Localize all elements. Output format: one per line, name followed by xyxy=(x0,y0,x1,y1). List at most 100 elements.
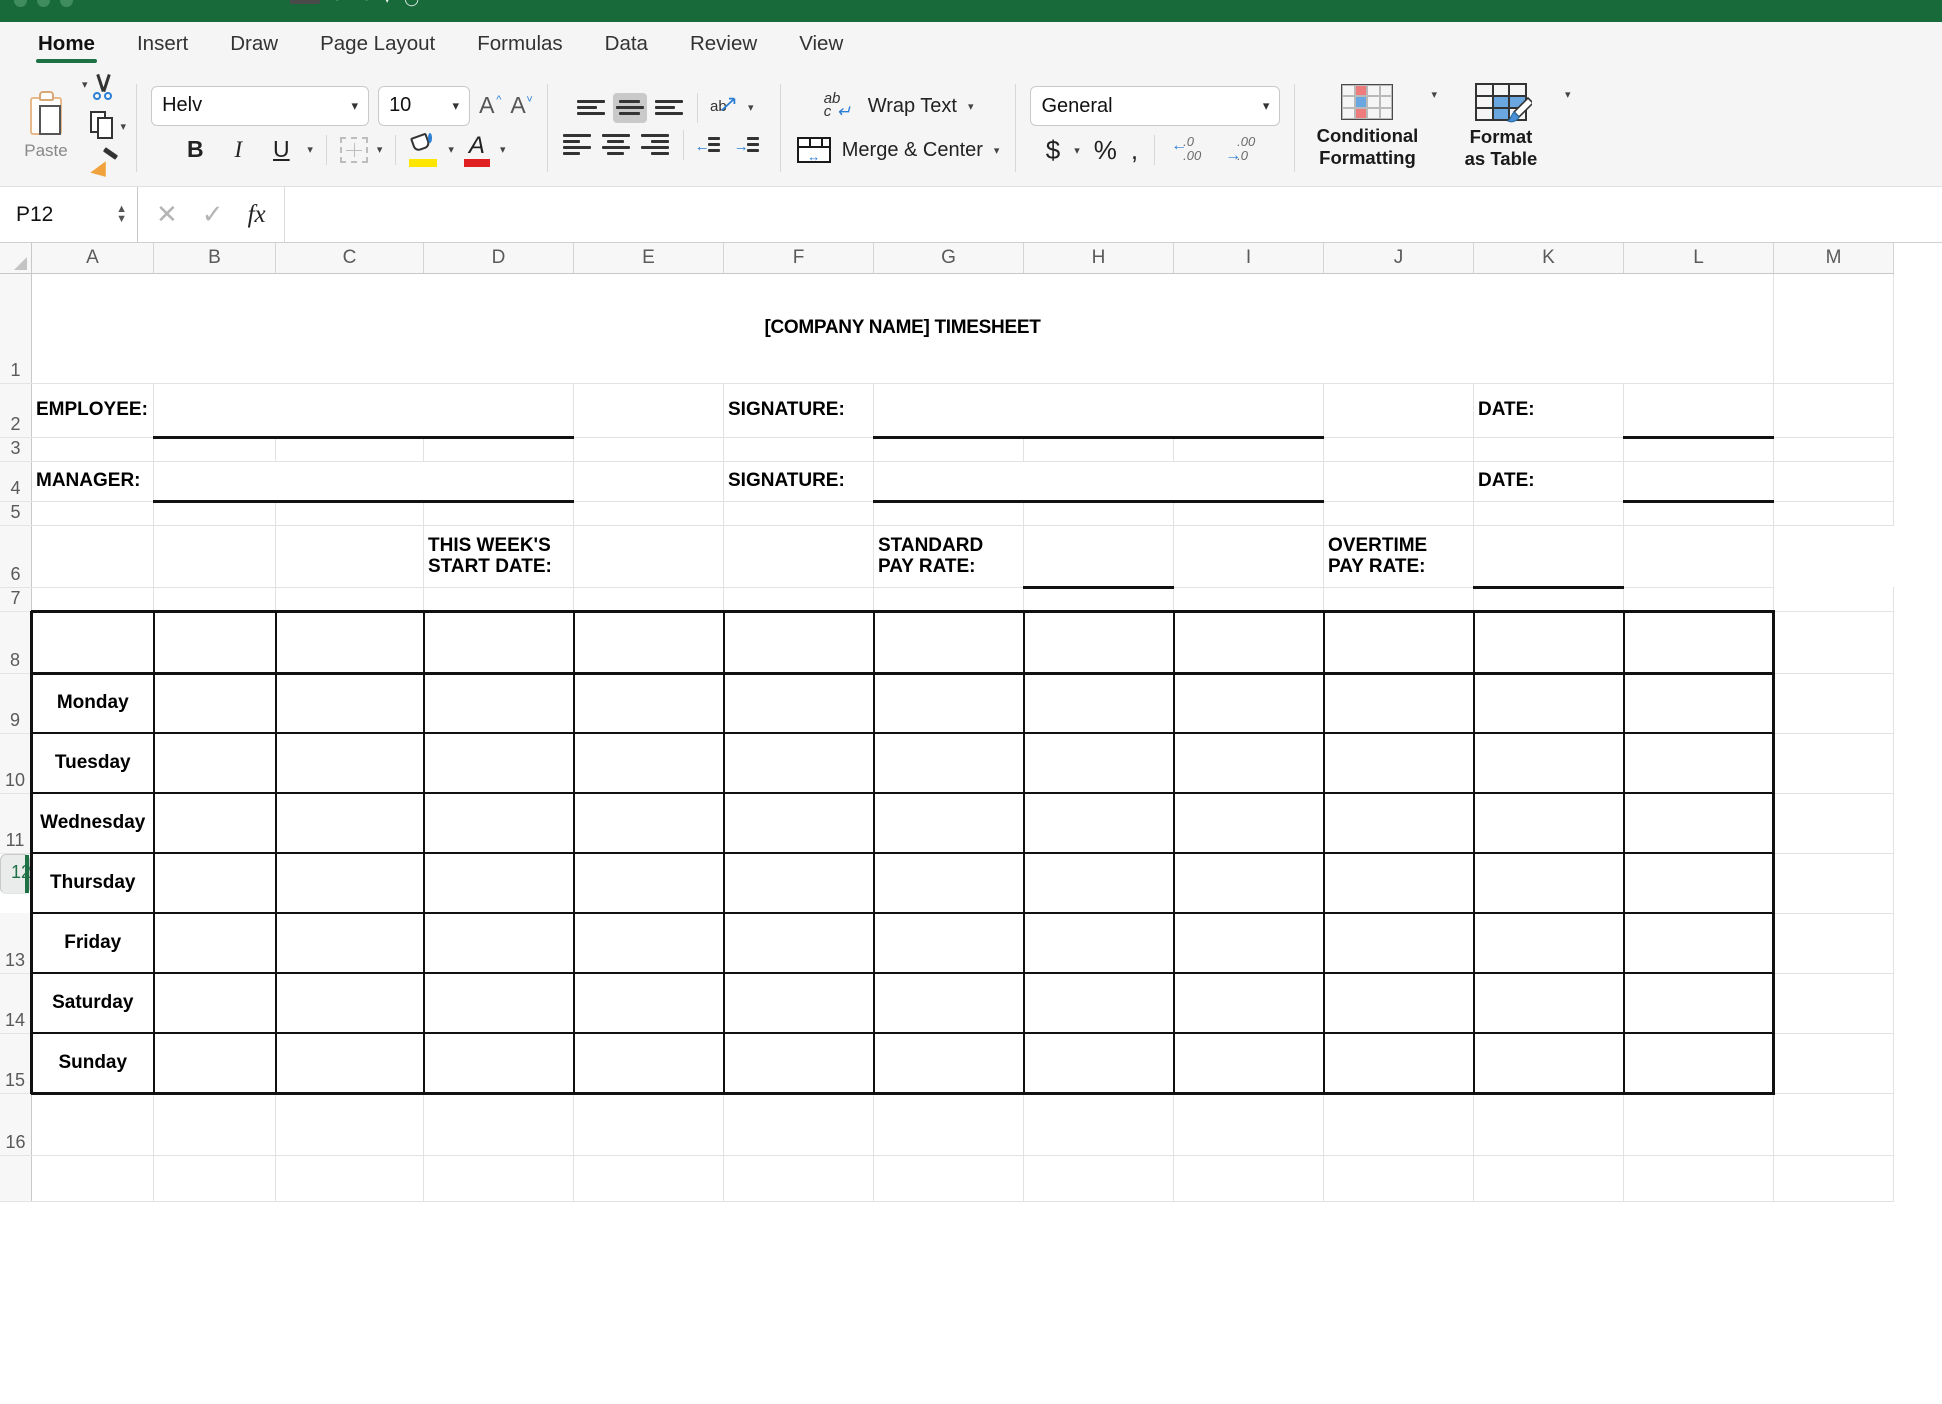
cut-button[interactable] xyxy=(90,71,127,105)
cell-total-hours[interactable] xyxy=(1023,793,1175,854)
row-header-4[interactable]: 4 xyxy=(0,461,32,502)
cell-overtime-hours[interactable] xyxy=(1173,733,1325,794)
cell-j16[interactable] xyxy=(1323,1093,1474,1156)
comma-format-button[interactable]: , xyxy=(1131,137,1138,163)
employee-value[interactable] xyxy=(153,383,574,439)
column-header-d[interactable]: D xyxy=(423,243,574,274)
cell-f6[interactable] xyxy=(723,525,874,588)
cell-k16[interactable] xyxy=(1473,1093,1624,1156)
bold-button[interactable]: B xyxy=(178,134,212,166)
decrease-indent-button[interactable]: ← xyxy=(695,132,729,158)
timesheet-title[interactable]: [COMPANY NAME] TIMESHEET xyxy=(31,273,1774,384)
cell-vacation-hours[interactable] xyxy=(1623,673,1775,734)
row-header-14[interactable]: 14 xyxy=(0,973,32,1034)
cell-k7[interactable] xyxy=(1473,587,1624,612)
conditional-formatting-chevron-icon[interactable]: ▾ xyxy=(1431,88,1437,101)
cell-time-out-2[interactable] xyxy=(873,793,1025,854)
wrap-text-button[interactable]: ab c ↵ Wrap Text ▾ xyxy=(823,89,974,123)
cell-time-in-2[interactable] xyxy=(723,913,875,974)
cell-i6[interactable] xyxy=(1173,525,1324,588)
day-label-tuesday[interactable]: Tuesday xyxy=(30,733,155,794)
cell-f16[interactable] xyxy=(723,1093,874,1156)
cell-sick-hours[interactable] xyxy=(1323,673,1475,734)
cell-d16[interactable] xyxy=(423,1093,574,1156)
font-size-select[interactable]: 10 ▾ xyxy=(378,85,471,126)
cell-m11[interactable] xyxy=(1773,793,1894,854)
row-header-7[interactable]: 7 xyxy=(0,587,32,612)
cell-d3[interactable] xyxy=(423,437,574,462)
cell-time-in-2[interactable] xyxy=(723,733,875,794)
cell-f17[interactable] xyxy=(723,1155,874,1202)
signature-label-2[interactable]: SIGNATURE: xyxy=(723,461,874,502)
cell-holiday-hours[interactable] xyxy=(1473,973,1625,1034)
table-header-vacation-hours[interactable]: VACATION (HOURS) xyxy=(1623,609,1775,675)
cell-time-out-1[interactable] xyxy=(573,1033,725,1095)
date-label-2[interactable]: DATE: xyxy=(1473,461,1624,502)
cell-job-shift[interactable] xyxy=(275,973,425,1034)
row-header-16[interactable]: 16 xyxy=(0,1093,32,1156)
percent-format-button[interactable]: % xyxy=(1094,137,1117,163)
cell-f7[interactable] xyxy=(723,587,874,612)
cell-total-hours[interactable] xyxy=(1023,973,1175,1034)
day-label-saturday[interactable]: Saturday xyxy=(30,973,155,1034)
cell-m8[interactable] xyxy=(1773,611,1894,674)
cell-time-in-2[interactable] xyxy=(723,1033,875,1095)
cell-j2[interactable] xyxy=(1323,383,1474,438)
cell-sick-hours[interactable] xyxy=(1323,733,1475,794)
tab-draw[interactable]: Draw xyxy=(214,28,294,66)
cell-j3[interactable] xyxy=(1323,437,1474,462)
cell-time-out-1[interactable] xyxy=(573,973,725,1034)
cell-overtime-hours[interactable] xyxy=(1173,973,1325,1034)
cell-j5[interactable] xyxy=(1323,501,1474,526)
day-label-wednesday[interactable]: Wednesday xyxy=(30,793,155,854)
cell-j4[interactable] xyxy=(1323,461,1474,502)
cell-l17[interactable] xyxy=(1623,1155,1774,1202)
cell-time-in-2[interactable] xyxy=(723,853,875,914)
row-header-2[interactable]: 2 xyxy=(0,383,32,438)
cell-e16[interactable] xyxy=(573,1093,724,1156)
cell-m4[interactable] xyxy=(1773,461,1894,502)
cell-g7[interactable] xyxy=(873,587,1024,612)
row-header-12[interactable]: 12 xyxy=(0,853,31,894)
cell-time-out-2[interactable] xyxy=(873,1033,1025,1095)
row-header-6[interactable]: 6 xyxy=(0,525,32,588)
tab-home[interactable]: Home xyxy=(22,28,111,66)
tab-data[interactable]: Data xyxy=(589,28,664,66)
table-header-job-shift[interactable]: JOB/SHIFT xyxy=(275,609,425,675)
cell-k3[interactable] xyxy=(1473,437,1624,462)
cell-date[interactable] xyxy=(153,733,277,794)
cell-overtime-hours[interactable] xyxy=(1173,1033,1325,1095)
column-header-b[interactable]: B xyxy=(153,243,276,274)
table-header-time-out-2[interactable]: TIME OUT xyxy=(873,609,1025,675)
cell-a16[interactable] xyxy=(31,1093,154,1156)
underline-dropdown-chevron-icon[interactable]: ▾ xyxy=(307,143,313,156)
column-header-g[interactable]: G xyxy=(873,243,1024,274)
table-header-time-out-1[interactable]: TIME OUT xyxy=(573,609,725,675)
cell-time-in-2[interactable] xyxy=(723,973,875,1034)
cell-g16[interactable] xyxy=(873,1093,1024,1156)
cell-c5[interactable] xyxy=(275,501,424,526)
row-header-5[interactable]: 5 xyxy=(0,501,32,526)
cell-j7[interactable] xyxy=(1323,587,1474,612)
cell-holiday-hours[interactable] xyxy=(1473,673,1625,734)
cell-date[interactable] xyxy=(153,673,277,734)
cell-time-in-1[interactable] xyxy=(423,913,575,974)
cell-sick-hours[interactable] xyxy=(1323,793,1475,854)
cell-holiday-hours[interactable] xyxy=(1473,1033,1625,1095)
cell-m1[interactable] xyxy=(1773,273,1894,384)
cell-overtime-hours[interactable] xyxy=(1173,913,1325,974)
name-box[interactable]: P12 ▲ ▼ xyxy=(0,187,138,242)
conditional-formatting-button[interactable]: Conditional Formatting xyxy=(1307,84,1427,168)
cell-date[interactable] xyxy=(153,1033,277,1095)
increase-indent-button[interactable]: → xyxy=(734,132,768,158)
cell-time-out-1[interactable] xyxy=(573,673,725,734)
increase-font-size-button[interactable]: A ^ xyxy=(479,92,501,119)
cell-job-shift[interactable] xyxy=(275,733,425,794)
cell-holiday-hours[interactable] xyxy=(1473,793,1625,854)
signature-value-2[interactable] xyxy=(873,461,1324,503)
cell-time-in-1[interactable] xyxy=(423,673,575,734)
formula-input[interactable] xyxy=(283,187,1942,242)
autosave-toggle-icon[interactable]: ◯ xyxy=(404,0,419,5)
font-name-select[interactable]: Helv ▾ xyxy=(151,85,370,126)
manager-value[interactable] xyxy=(153,461,574,503)
